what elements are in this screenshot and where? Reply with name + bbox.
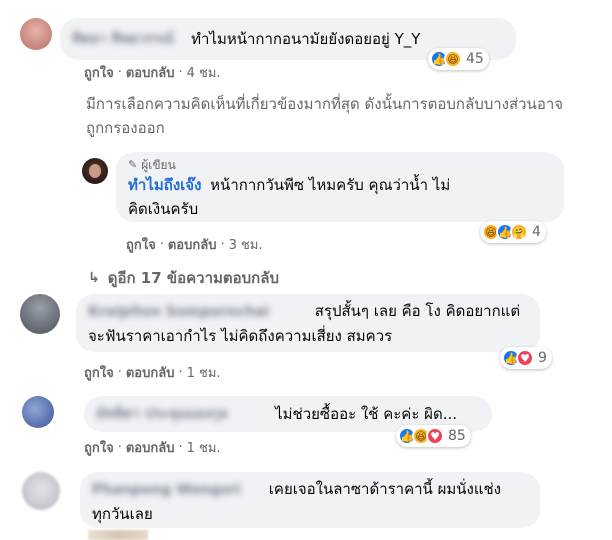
comment-text: หน้ากากวันพีซ ไหมครับ คุณว่าน้ำ ไม่ xyxy=(210,176,451,194)
timestamp[interactable]: 1 ชม. xyxy=(187,437,221,458)
separator-dot: · xyxy=(220,237,225,252)
comment-actions: ถูกใจ · ตอบกลับ · 1 ชม. xyxy=(84,437,221,458)
avatar[interactable] xyxy=(22,472,60,510)
separator-dot: · xyxy=(178,440,183,455)
comment-author[interactable]: Kraipiton Sompornchai xyxy=(88,300,308,324)
comment-text-line1: Kraipiton Sompornchai สรุปสั้นๆ เลย คือ … xyxy=(88,299,528,324)
separator-dot: · xyxy=(178,365,183,380)
comment-text-line2: จะฟันราคาเอากำไร ไม่คิดถึงความเสี่ยง สมค… xyxy=(88,326,393,345)
comment-text: เคยเจอในลาซาด้าราคานี้ ผมนั่งแช่ง xyxy=(268,480,502,498)
avatar[interactable] xyxy=(20,18,52,50)
partial-image-thumbnail xyxy=(88,530,148,540)
reply-link[interactable]: ตอบกลับ xyxy=(126,362,175,383)
like-link[interactable]: ถูกใจ xyxy=(126,234,156,255)
comment-text-line1: Phanpong Wongsri เคยเจอในลาซาด้าราคานี้ … xyxy=(92,477,528,502)
author-avatar[interactable] xyxy=(82,158,108,184)
more-replies-link[interactable]: ↳ ดูอีก 17 ข้อความตอบกลับ xyxy=(88,266,279,290)
like-link[interactable]: ถูกใจ xyxy=(84,437,114,458)
avatar[interactable] xyxy=(22,396,54,428)
love-reaction-icon: ♥ xyxy=(426,427,444,445)
comment-bubble: ✎ ผู้เขียน ทำไมถึงเจ๊ง หน้ากากวันพีซ ไหม… xyxy=(116,152,564,222)
separator-dot: · xyxy=(117,365,122,380)
comment-author[interactable]: ทิตยา ทิพยวรรณ์ xyxy=(72,28,182,50)
comment-2: Kraipiton Sompornchai สรุปสั้นๆ เลย คือ … xyxy=(20,294,540,352)
reply-link[interactable]: ตอบกลับ xyxy=(126,62,175,83)
separator-dot: · xyxy=(117,65,122,80)
reaction-summary[interactable]: 👍 😆 45 xyxy=(428,48,489,70)
love-reaction-icon: ♥ xyxy=(516,349,534,367)
reply-link[interactable]: ตอบกลับ xyxy=(168,234,217,255)
timestamp[interactable]: 3 ชม. xyxy=(229,234,263,255)
comment-text-line2: ทุกวันเลย xyxy=(92,504,153,523)
comment-actions: ถูกใจ · ตอบกลับ · 4 ชม. xyxy=(84,62,221,83)
comment-actions: ถูกใจ · ตอบกลับ · 1 ชม. xyxy=(84,362,221,383)
comment-actions: ถูกใจ · ตอบกลับ · 3 ชม. xyxy=(126,234,263,255)
haha-reaction-icon: 😆 xyxy=(444,50,462,68)
timestamp[interactable]: 4 ชม. xyxy=(187,62,221,83)
reply-arrow-icon: ↳ xyxy=(88,270,100,286)
reaction-count: 9 xyxy=(538,350,547,366)
reply-link[interactable]: ตอบกลับ xyxy=(126,437,175,458)
reaction-summary[interactable]: 👍 ♥ 9 xyxy=(500,347,552,369)
author-reply: ✎ ผู้เขียน ทำไมถึงเจ๊ง หน้ากากวันพีซ ไหม… xyxy=(82,152,564,222)
like-link[interactable]: ถูกใจ xyxy=(84,62,114,83)
filter-notice: มีการเลือกความคิดเห็นที่เกี่ยวข้องมากที่… xyxy=(86,95,564,137)
reaction-count: 4 xyxy=(532,224,541,240)
care-reaction-icon: 🤗 xyxy=(510,223,528,241)
comment-bubble: Kraipiton Sompornchai สรุปสั้นๆ เลย คือ … xyxy=(76,294,540,352)
timestamp[interactable]: 1 ชม. xyxy=(187,362,221,383)
comment-text: ทำไมหน้ากากอนามัยยังดอยอยู่ Y_Y xyxy=(191,30,421,48)
reaction-count: 85 xyxy=(448,428,466,444)
reply-text-line1: ทำไมถึงเจ๊ง หน้ากากวันพีซ ไหมครับ คุณว่า… xyxy=(128,173,552,197)
separator-dot: · xyxy=(117,440,122,455)
avatar-face-shape xyxy=(89,164,101,178)
separator-dot: · xyxy=(178,65,183,80)
avatar[interactable] xyxy=(20,294,60,334)
comment-author[interactable]: ทำไมถึงเจ๊ง xyxy=(128,176,201,194)
reaction-summary[interactable]: 👍 😆 ♥ 85 xyxy=(396,425,471,447)
pencil-icon: ✎ xyxy=(128,158,138,171)
comment-4: Phanpong Wongsri เคยเจอในลาซาด้าราคานี้ … xyxy=(22,472,540,528)
author-badge: ✎ ผู้เขียน xyxy=(128,157,552,173)
comment-bubble: Phanpong Wongsri เคยเจอในลาซาด้าราคานี้ … xyxy=(80,472,540,528)
author-badge-label: ผู้เขียน xyxy=(141,158,176,172)
comment-text-line2: คิดเงินครับ xyxy=(128,200,199,218)
comment-author[interactable]: มัทลิตา ประจุมมองกุล xyxy=(96,403,266,425)
comment-author[interactable]: Phanpong Wongsri xyxy=(92,478,262,502)
reaction-summary[interactable]: 😆 👍 🤗 4 xyxy=(480,221,546,243)
comment-text: ไม่ช่วยซื้ออะ ใช้ คะค่ะ ผิด... xyxy=(275,405,457,423)
reaction-count: 45 xyxy=(466,51,484,67)
comment-text: สรุปสั้นๆ เลย คือ โง คิดอยากแต่ xyxy=(314,302,521,320)
like-link[interactable]: ถูกใจ xyxy=(84,362,114,383)
more-replies-label: ดูอีก 17 ข้อความตอบกลับ xyxy=(107,269,279,287)
separator-dot: · xyxy=(159,237,164,252)
